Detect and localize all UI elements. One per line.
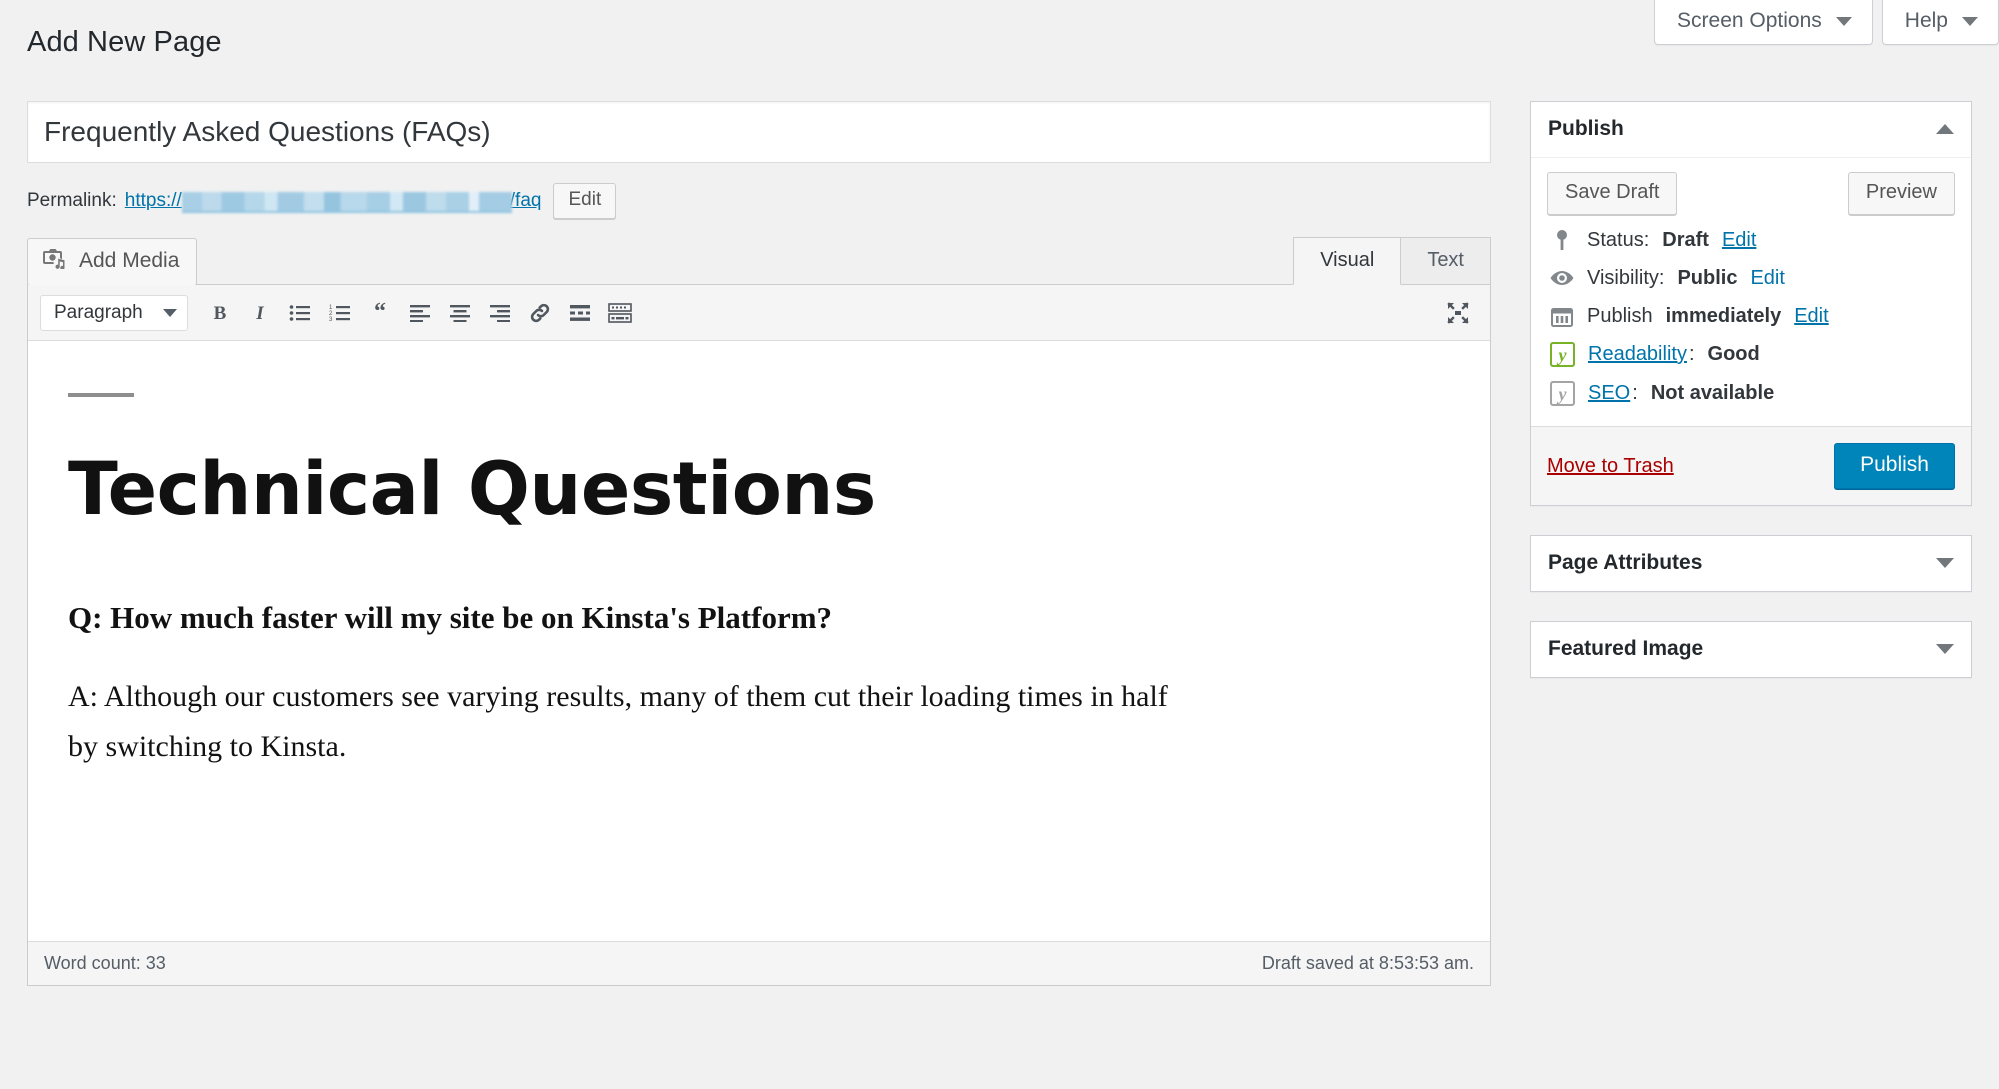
seo-separator: :: [1632, 382, 1638, 404]
chevron-down-icon[interactable]: [1936, 558, 1954, 568]
visibility-value: Public: [1677, 266, 1738, 289]
screen-options-button[interactable]: Screen Options: [1654, 0, 1873, 45]
preview-button[interactable]: Preview: [1847, 172, 1955, 215]
move-to-trash-link[interactable]: Move to Trash: [1547, 455, 1674, 478]
save-draft-button[interactable]: Save Draft: [1547, 172, 1678, 215]
chevron-down-icon: [1835, 16, 1852, 26]
featured-image-title: Featured Image: [1548, 637, 1704, 660]
seo-link[interactable]: SEO: [1588, 382, 1630, 405]
yoast-seo-gray-icon: y: [1550, 381, 1575, 406]
readability-value: Good: [1707, 343, 1760, 365]
media-and-tabs-row: Add Media Visual Text: [27, 237, 1491, 286]
visibility-row: Visibility: Public Edit: [1547, 253, 1955, 291]
page-attributes-title: Page Attributes: [1548, 551, 1703, 574]
featured-image-header[interactable]: Featured Image: [1531, 622, 1971, 677]
help-label: Help: [1904, 9, 1948, 32]
publish-panel-header[interactable]: Publish: [1531, 102, 1971, 158]
help-button[interactable]: Help: [1881, 0, 1999, 45]
numbered-list-button[interactable]: 1 2 3: [320, 293, 360, 333]
permalink-edit-button[interactable]: Edit: [553, 183, 617, 219]
add-media-label: Add Media: [79, 249, 180, 272]
publish-footer: Move to Trash Publish: [1531, 426, 1971, 505]
yoast-seo-icon: y: [1550, 342, 1575, 367]
permalink-protocol: https://: [124, 190, 182, 211]
italic-button[interactable]: I: [240, 293, 280, 333]
status-edit-link[interactable]: Edit: [1722, 229, 1756, 252]
wordpress-add-new-page-screen: Screen Options Help Add New Page Permali…: [0, 0, 1999, 1089]
permalink-url-link[interactable]: https://: [125, 190, 182, 212]
publish-button[interactable]: Publish: [1834, 443, 1955, 489]
svg-text:B: B: [214, 303, 227, 324]
featured-image-panel: Featured Image: [1530, 621, 1972, 678]
editor-status-bar: Word count: 33 Draft saved at 8:53:53 am…: [28, 941, 1490, 985]
publish-panel-title: Publish: [1548, 117, 1624, 140]
publish-date-row: Publish immediately Edit: [1547, 291, 1955, 329]
permalink-slug[interactable]: /faq: [510, 190, 542, 212]
align-center-button[interactable]: [440, 293, 480, 333]
chevron-down-icon: [1962, 16, 1978, 26]
permalink-redacted-domain: [181, 192, 512, 213]
link-button[interactable]: [520, 293, 560, 333]
content-divider: [68, 393, 134, 397]
chevron-down-icon[interactable]: [1936, 644, 1954, 654]
svg-text:3: 3: [329, 317, 333, 322]
toolbar-toggle-button[interactable]: [600, 293, 640, 333]
chevron-down-icon: [163, 308, 177, 317]
readability-link[interactable]: Readability: [1588, 343, 1687, 366]
status-label: Status:: [1587, 228, 1650, 251]
format-select-value: Paragraph: [54, 301, 143, 323]
page-attributes-panel: Page Attributes: [1530, 535, 1972, 592]
format-select[interactable]: Paragraph: [40, 294, 188, 331]
permalink-row: Permalink: https:// /faq Edit: [27, 183, 1491, 219]
publish-actions-row: Save Draft Preview: [1547, 172, 1955, 215]
read-more-button[interactable]: [560, 293, 600, 333]
content-question: Q: How much faster will my site be on Ki…: [68, 600, 833, 636]
screen-options-label: Screen Options: [1677, 9, 1822, 32]
editor-mode-tabs: Visual Text: [1293, 237, 1491, 285]
permalink-label: Permalink:: [27, 190, 117, 211]
content-answer: A: Although our customers see varying re…: [68, 680, 1168, 764]
publish-panel: Publish Save Draft Preview Status: Draft…: [1530, 101, 1972, 506]
add-media-icon: [42, 247, 66, 275]
editor-sidebar: Publish Save Draft Preview Status: Draft…: [1530, 101, 1972, 707]
publish-date-value: immediately: [1665, 304, 1782, 327]
publish-date-label: Publish: [1587, 304, 1653, 327]
readability-row: y Readability: Good: [1547, 329, 1955, 368]
bold-button[interactable]: B: [200, 293, 240, 333]
main-editor-column: Permalink: https:// /faq Edit Add Media V…: [27, 101, 1491, 986]
tab-text[interactable]: Text: [1401, 237, 1491, 285]
publish-panel-body: Save Draft Preview Status: Draft Edit Vi…: [1531, 158, 1971, 505]
svg-text:I: I: [255, 303, 264, 324]
status-value: Draft: [1662, 228, 1709, 251]
blockquote-button[interactable]: “: [360, 293, 400, 333]
seo-row: y SEO: Not available: [1547, 368, 1955, 407]
calendar-icon: [1550, 304, 1574, 328]
visibility-label: Visibility:: [1587, 266, 1665, 289]
editor-content-area[interactable]: Technical Questions Q: How much faster w…: [28, 341, 1490, 941]
editor-shell: Paragraph B I 1 2 3 “ Technical Question…: [27, 284, 1491, 986]
editor-toolbar: Paragraph B I 1 2 3 “: [28, 285, 1490, 341]
seo-value: Not available: [1650, 382, 1775, 404]
eye-icon: [1550, 266, 1574, 290]
add-media-button[interactable]: Add Media: [27, 238, 198, 286]
svg-text:“: “: [374, 302, 386, 324]
post-title-input[interactable]: [27, 101, 1491, 163]
page-title: Add New Page: [27, 26, 222, 58]
page-attributes-header[interactable]: Page Attributes: [1531, 536, 1971, 591]
status-row: Status: Draft Edit: [1547, 215, 1955, 253]
fullscreen-icon[interactable]: [1438, 293, 1478, 333]
screen-meta-links: Screen Options Help: [1654, 0, 1999, 45]
align-right-button[interactable]: [480, 293, 520, 333]
tab-visual[interactable]: Visual: [1293, 237, 1402, 285]
draft-saved-time: Draft saved at 8:53:53 am.: [1261, 953, 1474, 973]
chevron-up-icon[interactable]: [1936, 124, 1954, 134]
bulleted-list-button[interactable]: [280, 293, 320, 333]
pin-icon: [1550, 228, 1574, 252]
readability-separator: :: [1688, 343, 1695, 365]
content-heading: Technical Questions: [68, 447, 876, 532]
visibility-edit-link[interactable]: Edit: [1750, 267, 1784, 290]
align-left-button[interactable]: [400, 293, 440, 333]
publish-date-edit-link[interactable]: Edit: [1794, 305, 1828, 328]
word-count: Word count: 33: [44, 953, 166, 973]
